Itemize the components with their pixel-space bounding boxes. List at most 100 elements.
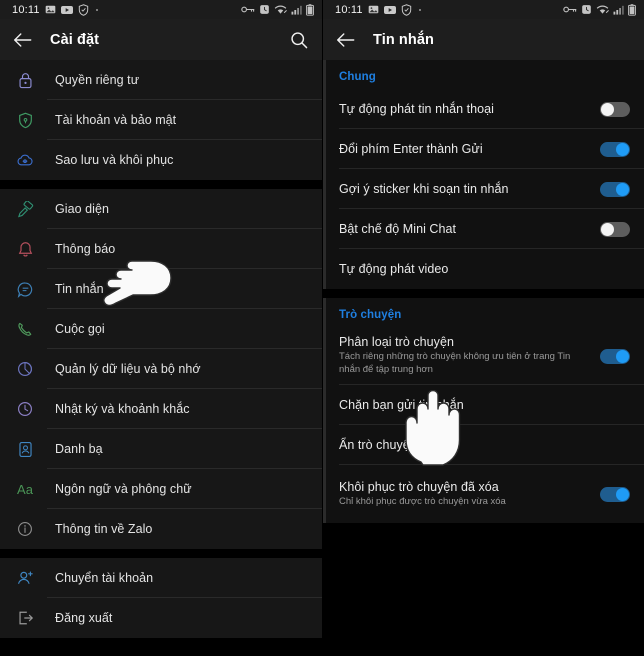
settings-item-label: Nhật ký và khoảnh khắc — [55, 402, 190, 416]
shield-icon — [78, 3, 88, 16]
back-arrow-icon[interactable] — [13, 32, 32, 48]
bell-icon — [14, 241, 36, 258]
setting-row-text: Ẩn trò chuyện — [339, 438, 630, 452]
status-bar-left-icons: 10:11 — [12, 4, 98, 16]
setting-title: Đổi phím Enter thành Gửi — [339, 142, 483, 156]
setting-title: Bật chế độ Mini Chat — [339, 222, 457, 236]
setting-title: Phân loại trò chuyện — [339, 335, 454, 350]
setting-row-restore-deleted-chat[interactable]: Khôi phục trò chuyện đã xóa Chỉ khôi phụ… — [323, 465, 644, 523]
cloud-icon — [14, 153, 36, 168]
chat-bubble-icon — [14, 281, 36, 298]
setting-title: Gợi ý sticker khi soạn tin nhắn — [339, 182, 509, 196]
youtube-icon — [60, 5, 73, 14]
page-title: Tin nhắn — [373, 31, 434, 48]
settings-item-label: Quản lý dữ liệu và bộ nhớ — [55, 362, 201, 376]
setting-row-hide-chat[interactable]: Ẩn trò chuyện — [323, 425, 644, 465]
settings-item-appearance[interactable]: Giao diện — [0, 189, 322, 229]
settings-item-label: Thông báo — [55, 242, 116, 256]
search-icon[interactable] — [290, 31, 308, 49]
settings-item-backup-restore[interactable]: Sao lưu và khôi phục — [0, 140, 322, 180]
setting-title: Khôi phục trò chuyện đã xóa — [339, 479, 499, 494]
photo-icon — [368, 5, 379, 14]
font-size-icon: Aa — [17, 481, 33, 497]
settings-appbar: Cài đặt — [0, 19, 322, 60]
setting-title: Chặn bạn gửi tin nhắn — [339, 398, 464, 412]
switch-account-icon — [14, 570, 36, 586]
group-separator — [0, 180, 322, 189]
setting-row-mini-chat[interactable]: Bật chế độ Mini Chat — [323, 209, 644, 249]
toggle-knob — [616, 487, 629, 501]
toggle-enter-to-send[interactable] — [600, 141, 630, 157]
settings-item-label: Chuyển tài khoản — [55, 571, 154, 585]
setting-row-text: Tự động phát video — [339, 262, 630, 276]
alarm-icon — [260, 5, 269, 14]
status-bar-right: 10:11 — [323, 0, 644, 19]
battery-icon — [628, 3, 636, 16]
settings-screen: 10:11 Cài đặt Quyền riêng tư Tài khoản v… — [0, 0, 322, 656]
status-bar-clock: 10:11 — [335, 3, 363, 16]
toggle-restore-deleted-chat[interactable] — [600, 486, 630, 502]
section-header-general: Chung — [339, 71, 376, 83]
settings-item-calls[interactable]: Cuộc gọi — [0, 309, 322, 349]
settings-item-privacy[interactable]: Quyền riêng tư — [0, 60, 322, 100]
settings-item-contacts[interactable]: Danh bạ — [0, 429, 322, 469]
setting-row-sticker-suggestion[interactable]: Gợi ý sticker khi soạn tin nhắn — [323, 169, 644, 209]
toggle-knob — [601, 102, 614, 116]
settings-item-label: Danh bạ — [55, 442, 103, 456]
toggle-knob — [616, 182, 629, 196]
photo-icon — [45, 5, 56, 14]
status-bar-right-icons — [563, 3, 636, 16]
vpn-key-icon — [563, 6, 577, 13]
toggle-knob — [616, 142, 629, 156]
toggle-chat-classification[interactable] — [600, 348, 630, 364]
toggle-autoplay-voice[interactable] — [600, 101, 630, 117]
settings-item-label: Tin nhắn — [55, 282, 104, 296]
settings-item-messages[interactable]: Tin nhắn — [0, 269, 322, 309]
setting-row-text: Bật chế độ Mini Chat — [339, 222, 600, 236]
settings-item-label: Đăng xuất — [55, 611, 113, 625]
settings-item-notifications[interactable]: Thông báo — [0, 229, 322, 269]
setting-row-text: Khôi phục trò chuyện đã xóa Chỉ khôi phụ… — [339, 480, 600, 509]
group-separator — [323, 289, 644, 298]
signal-icon — [291, 5, 302, 15]
toggle-mini-chat[interactable] — [600, 221, 630, 237]
section-general: Chung Tự động phát tin nhắn thoại Đổi ph… — [323, 60, 644, 289]
alarm-icon — [582, 5, 591, 14]
contact-card-icon — [14, 441, 36, 458]
status-bar-clock: 10:11 — [12, 3, 40, 16]
back-arrow-icon[interactable] — [336, 32, 355, 48]
shield-icon — [401, 3, 411, 16]
setting-row-autoplay-video[interactable]: Tự động phát video — [323, 249, 644, 289]
messages-settings-screen: 10:11 Tin nhắn Chung Tự động phát tin nh… — [322, 0, 644, 656]
setting-row-enter-to-send[interactable]: Đổi phím Enter thành Gửi — [323, 129, 644, 169]
setting-row-autoplay-voice[interactable]: Tự động phát tin nhắn thoại — [323, 89, 644, 129]
settings-item-label: Thông tin về Zalo — [55, 522, 153, 536]
toggle-knob — [616, 349, 629, 363]
setting-row-chat-classification[interactable]: Phân loại trò chuyện Tách riêng những tr… — [323, 327, 644, 385]
battery-icon — [306, 3, 314, 16]
settings-item-data-storage[interactable]: Quản lý dữ liệu và bộ nhớ — [0, 349, 322, 389]
settings-item-switch-account[interactable]: Chuyển tài khoản — [0, 558, 322, 598]
vpn-key-icon — [241, 6, 255, 13]
logout-icon — [14, 610, 36, 626]
dual-screenshot-container: 10:11 Cài đặt Quyền riêng tư Tài khoản v… — [0, 0, 644, 656]
setting-row-block-messages[interactable]: Chặn bạn gửi tin nhắn — [323, 385, 644, 425]
settings-item-language-font[interactable]: Aa Ngôn ngữ và phông chữ — [0, 469, 322, 509]
settings-item-label: Cuộc gọi — [55, 322, 105, 336]
lock-icon — [14, 72, 36, 89]
toggle-sticker-suggestion[interactable] — [600, 181, 630, 197]
status-bar-right-icons — [241, 3, 314, 16]
settings-item-logout[interactable]: Đăng xuất — [0, 598, 322, 638]
setting-subtitle: Tách riêng những trò chuyện không ưu tiê… — [339, 351, 571, 375]
settings-item-account-security[interactable]: Tài khoản và bảo mật — [0, 100, 322, 140]
toggle-knob — [601, 222, 614, 236]
wifi-icon — [596, 5, 609, 14]
setting-row-text: Tự động phát tin nhắn thoại — [339, 102, 600, 116]
dot-icon — [418, 8, 421, 11]
messages-appbar: Tin nhắn — [323, 19, 644, 60]
section-chat: Trò chuyện Phân loại trò chuyện Tách riê… — [323, 298, 644, 523]
setting-title: Tự động phát tin nhắn thoại — [339, 102, 494, 116]
section-header-chat: Trò chuyện — [339, 309, 402, 321]
settings-item-about-zalo[interactable]: Thông tin về Zalo — [0, 509, 322, 549]
settings-item-diary-moments[interactable]: Nhật ký và khoảnh khắc — [0, 389, 322, 429]
